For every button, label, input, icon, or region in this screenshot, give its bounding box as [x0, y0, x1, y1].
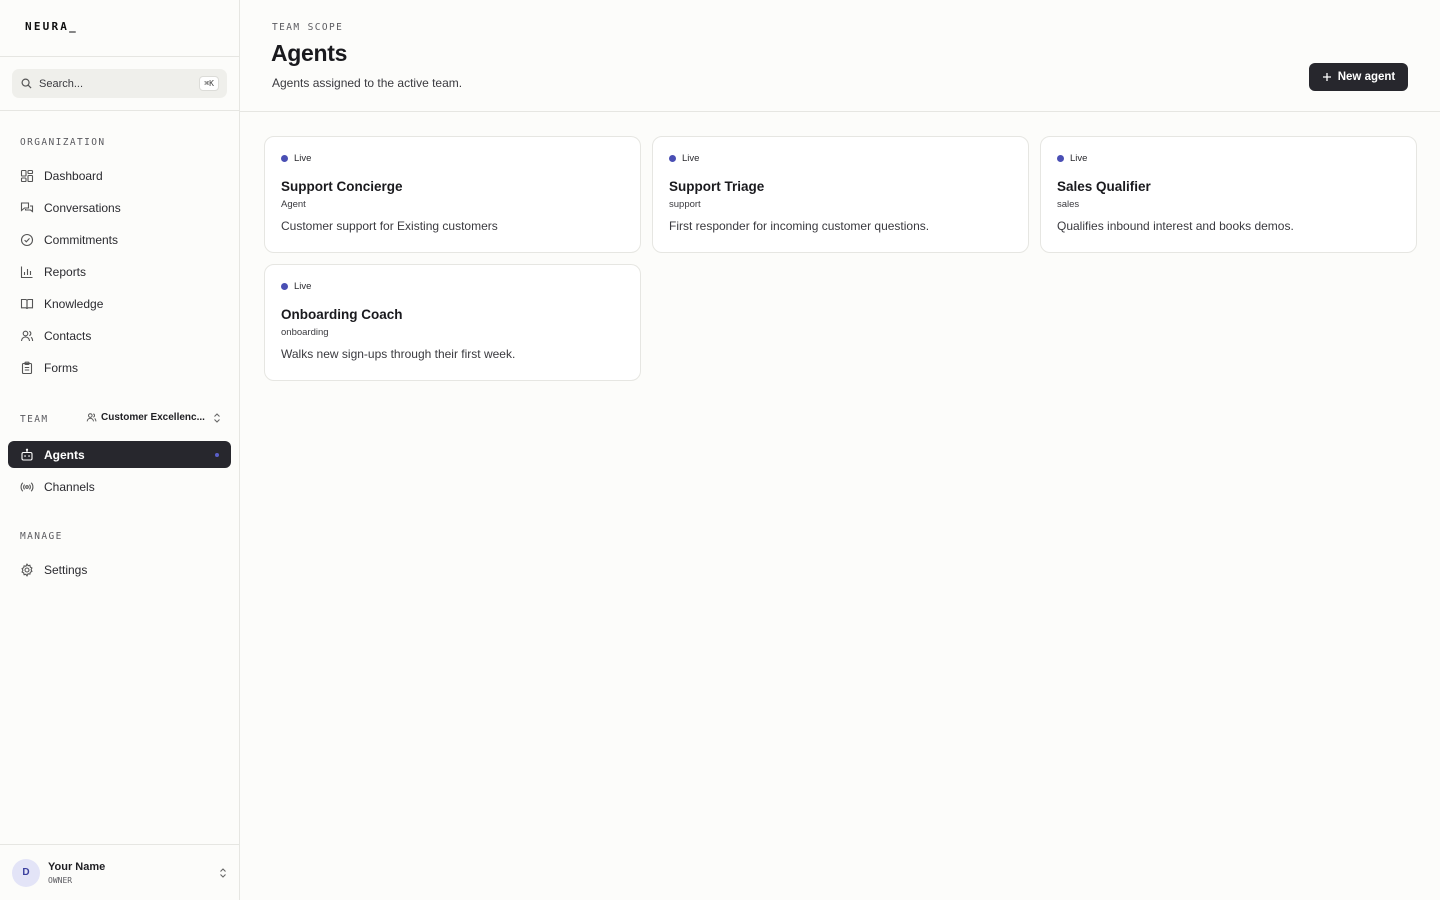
- gear-icon: [20, 562, 34, 577]
- agent-description: Qualifies inbound interest and books dem…: [1057, 219, 1294, 233]
- agent-tag: support: [669, 199, 701, 210]
- page-header: TEAM SCOPE Agents Agents assigned to the…: [240, 0, 1440, 112]
- search-placeholder: Search...: [39, 77, 84, 90]
- section-label-manage: MANAGE: [20, 531, 63, 542]
- status-label: Live: [1070, 153, 1088, 164]
- search-area: Search... ⌘K: [0, 57, 239, 111]
- sidebar: NEURA_ Search... ⌘K ORGANIZATION Dashboa…: [0, 0, 240, 900]
- sidebar-item-label: Settings: [44, 562, 88, 577]
- sidebar-item-contacts[interactable]: Contacts: [8, 322, 231, 349]
- status-badge: Live: [281, 153, 624, 164]
- page-title: Agents: [271, 40, 348, 66]
- agent-card[interactable]: Live Support Concierge Agent Customer su…: [264, 136, 641, 253]
- agent-tag: Agent: [281, 199, 306, 210]
- search-icon: [21, 78, 32, 89]
- sidebar-item-label: Contacts: [44, 328, 92, 343]
- user-meta: Your Name OWNER: [48, 861, 219, 885]
- book-icon: [20, 297, 34, 311]
- status-dot: [281, 155, 288, 162]
- team-selector[interactable]: Customer Excellenc...: [86, 412, 221, 423]
- users-icon: [86, 412, 97, 423]
- sidebar-item-agents[interactable]: Agents: [8, 441, 231, 468]
- status-label: Live: [682, 153, 700, 164]
- status-badge: Live: [1057, 153, 1400, 164]
- agent-name: Onboarding Coach: [281, 307, 403, 322]
- user-name: Your Name: [48, 860, 106, 873]
- broadcast-icon: [20, 480, 34, 494]
- sidebar-item-dashboard[interactable]: Dashboard: [8, 162, 231, 189]
- app-logo[interactable]: NEURA_: [0, 0, 239, 57]
- chevron-up-down-icon: [219, 867, 227, 878]
- sidebar-item-label: Dashboard: [44, 168, 103, 183]
- main-content: TEAM SCOPE Agents Agents assigned to the…: [240, 0, 1440, 900]
- sidebar-item-label: Channels: [44, 479, 95, 494]
- sidebar-item-commitments[interactable]: Commitments: [8, 226, 231, 253]
- section-label-team: TEAM: [20, 414, 49, 425]
- search-input[interactable]: Search... ⌘K: [12, 69, 227, 98]
- search-shortcut-badge: ⌘K: [199, 76, 219, 91]
- status-dot: [281, 283, 288, 290]
- page-subtitle: Agents assigned to the active team.: [272, 76, 463, 90]
- status-badge: Live: [669, 153, 1012, 164]
- clipboard-icon: [20, 361, 34, 375]
- sidebar-item-knowledge[interactable]: Knowledge: [8, 290, 231, 317]
- agent-name: Sales Qualifier: [1057, 179, 1151, 194]
- agent-description: First responder for incoming customer qu…: [669, 219, 930, 233]
- agent-description: Walks new sign-ups through their first w…: [281, 347, 516, 361]
- agent-name: Support Concierge: [281, 179, 403, 194]
- sidebar-item-channels[interactable]: Channels: [8, 473, 231, 500]
- new-agent-label: New agent: [1337, 71, 1396, 83]
- sidebar-item-label: Agents: [44, 447, 85, 462]
- sidebar-item-label: Knowledge: [44, 296, 104, 311]
- sidebar-item-label: Forms: [44, 360, 78, 375]
- user-role: OWNER: [48, 875, 73, 885]
- sidebar-item-forms[interactable]: Forms: [8, 354, 231, 381]
- bar-chart-icon: [20, 265, 34, 279]
- section-label-organization: ORGANIZATION: [20, 137, 106, 148]
- sidebar-item-conversations[interactable]: Conversations: [8, 194, 231, 221]
- agent-card[interactable]: Live Support Triage support First respon…: [652, 136, 1029, 253]
- plus-icon: [1322, 72, 1332, 82]
- avatar: D: [12, 858, 40, 887]
- page-eyebrow: TEAM SCOPE: [272, 22, 344, 33]
- sidebar-item-label: Conversations: [44, 200, 121, 215]
- new-agent-button[interactable]: New agent: [1309, 63, 1408, 91]
- chevron-up-down-icon: [213, 412, 221, 423]
- status-label: Live: [294, 153, 312, 164]
- bot-icon: [20, 448, 34, 462]
- sidebar-item-reports[interactable]: Reports: [8, 258, 231, 285]
- dashboard-icon: [20, 169, 34, 183]
- agent-tag: sales: [1057, 199, 1080, 210]
- team-name: Customer Excellenc...: [101, 412, 205, 423]
- status-label: Live: [294, 281, 312, 292]
- agent-card[interactable]: Live Onboarding Coach onboarding Walks n…: [264, 264, 641, 381]
- agent-tag: onboarding: [281, 327, 329, 338]
- sidebar-item-label: Reports: [44, 264, 87, 279]
- agent-description: Customer support for Existing customers: [281, 219, 498, 233]
- status-badge: Live: [281, 281, 624, 292]
- conversations-icon: [20, 201, 34, 215]
- status-dot: [1057, 155, 1064, 162]
- user-menu[interactable]: D Your Name OWNER: [0, 844, 239, 900]
- agent-name: Support Triage: [669, 179, 765, 194]
- sidebar-item-label: Commitments: [44, 232, 119, 247]
- sidebar-item-settings[interactable]: Settings: [8, 556, 231, 583]
- active-indicator-dot: [215, 453, 219, 457]
- status-dot: [669, 155, 676, 162]
- users-icon: [20, 329, 34, 343]
- check-circle-icon: [20, 233, 34, 247]
- agent-card[interactable]: Live Sales Qualifier sales Qualifies inb…: [1040, 136, 1417, 253]
